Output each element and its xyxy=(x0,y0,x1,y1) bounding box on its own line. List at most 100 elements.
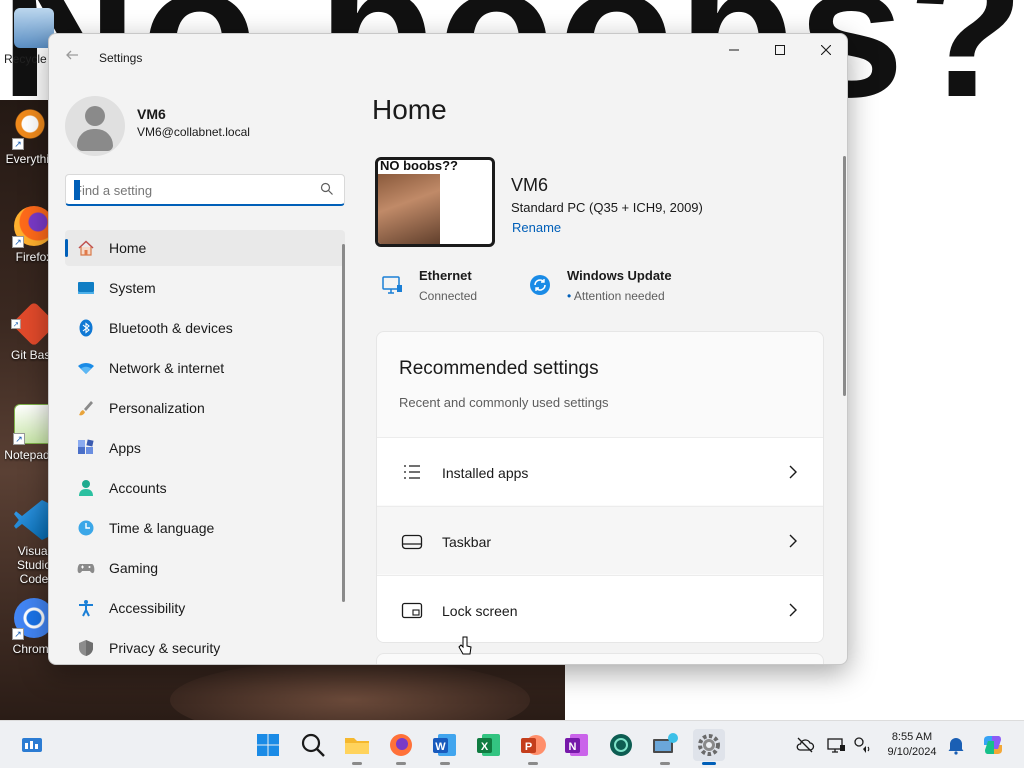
taskbar-word[interactable]: W xyxy=(429,729,461,765)
taskbar-settings[interactable] xyxy=(693,729,725,765)
sidebar-item-apps[interactable]: Apps xyxy=(65,430,345,466)
search-icon[interactable] xyxy=(320,182,334,196)
sidebar-item-network[interactable]: Network & internet xyxy=(65,350,345,386)
clock[interactable]: 8:55 AM 9/10/2024 xyxy=(880,730,944,760)
arrow-left-icon xyxy=(66,50,78,60)
recommended-row-lock-screen[interactable]: Lock screen xyxy=(377,575,823,642)
status-dot: • xyxy=(567,289,572,303)
globe-clock-icon xyxy=(78,520,94,536)
recommended-settings-card: Recommended settings Recent and commonly… xyxy=(376,331,824,643)
taskbar-widgets-button[interactable] xyxy=(16,729,48,761)
person-icon xyxy=(79,480,93,496)
folder-icon xyxy=(345,738,369,754)
taskbar-remote-desktop[interactable] xyxy=(649,729,681,765)
cloud-offline-icon[interactable] xyxy=(795,735,815,755)
sidebar-item-accounts[interactable]: Accounts xyxy=(65,470,345,506)
avatar[interactable] xyxy=(65,96,125,156)
taskbar-start-button[interactable] xyxy=(252,729,284,761)
back-button[interactable] xyxy=(61,48,83,68)
word-icon: W xyxy=(433,734,456,756)
sidebar-item-system[interactable]: System xyxy=(65,270,345,306)
title-bar[interactable]: Settings xyxy=(49,34,847,82)
sidebar-item-accessibility[interactable]: Accessibility xyxy=(65,590,345,626)
taskbar-onenote[interactable]: N xyxy=(561,729,593,761)
list-icon xyxy=(404,465,420,479)
maximize-button[interactable] xyxy=(757,34,803,66)
device-name: VM6 xyxy=(511,175,549,195)
sidebar-item-label: Network & internet xyxy=(109,360,225,376)
chevron-right-icon xyxy=(789,465,797,479)
recommended-row-installed-apps[interactable]: Installed apps xyxy=(377,437,823,505)
windows-update-icon xyxy=(530,275,550,295)
sidebar-item-label: Home xyxy=(109,240,147,256)
close-button[interactable] xyxy=(803,34,847,66)
sidebar-item-time-language[interactable]: Time & language xyxy=(65,510,345,546)
search-box[interactable] xyxy=(65,174,345,206)
sidebar-item-home[interactable]: Home xyxy=(65,230,345,266)
taskbar-excel[interactable]: X xyxy=(473,729,505,761)
sidebar-item-label: Gaming xyxy=(109,560,159,576)
windows-start-icon xyxy=(257,734,279,756)
recommended-title: Recommended settings xyxy=(399,358,599,379)
minimize-icon xyxy=(729,49,739,51)
main-scrollbar[interactable] xyxy=(843,156,846,396)
device-wallpaper-thumbnail[interactable]: NO boobs?? xyxy=(375,157,495,247)
gitkraken-icon xyxy=(610,734,632,756)
taskbar: W X P N 8:55 AM 9/10/2024 xyxy=(0,720,1024,768)
ethernet-title: Ethernet xyxy=(419,268,472,283)
taskbar-powerpoint[interactable]: P xyxy=(517,729,549,765)
copilot-icon[interactable] xyxy=(980,732,1006,758)
powerpoint-icon: P xyxy=(521,735,546,755)
next-card xyxy=(376,653,824,664)
row-label: Lock screen xyxy=(442,603,518,619)
sidebar-item-bluetooth[interactable]: Bluetooth & devices xyxy=(65,310,345,346)
taskbar-firefox[interactable] xyxy=(385,729,417,765)
minimize-button[interactable] xyxy=(711,34,757,66)
clock-time: 8:55 AM xyxy=(891,731,933,743)
svg-text:P: P xyxy=(525,741,532,753)
network-speaker-icon[interactable] xyxy=(852,735,872,755)
clock-date: 9/10/2024 xyxy=(887,746,937,758)
gear-icon xyxy=(698,734,720,756)
sidebar-item-gaming[interactable]: Gaming xyxy=(65,550,345,586)
sidebar-item-label: Bluetooth & devices xyxy=(109,320,233,336)
ethernet-subtitle: Connected xyxy=(419,289,478,303)
bluetooth-icon xyxy=(79,319,93,337)
taskbar-file-explorer[interactable] xyxy=(341,729,373,765)
svg-text:N: N xyxy=(569,741,577,753)
mouse-cursor-icon xyxy=(458,636,472,655)
windows-update-title: Windows Update xyxy=(567,268,672,283)
rename-link[interactable]: Rename xyxy=(512,220,561,235)
profile-name: VM6 xyxy=(137,106,166,122)
row-label: Installed apps xyxy=(442,465,529,481)
widgets-icon xyxy=(22,738,42,752)
text-caret xyxy=(74,180,80,200)
notification-bell-icon[interactable] xyxy=(946,735,966,755)
windows-update-subtitle: • Attention needed xyxy=(567,289,665,303)
chevron-right-icon xyxy=(789,603,797,617)
taskbar-gitkraken[interactable] xyxy=(605,729,637,761)
taskbar-search-button[interactable] xyxy=(297,729,329,761)
person-icon xyxy=(85,106,105,126)
sidebar-item-privacy-security[interactable]: Privacy & security xyxy=(65,630,345,664)
window-title: Settings xyxy=(99,51,143,65)
sidebar-scrollbar[interactable] xyxy=(342,244,345,602)
firefox-icon xyxy=(390,734,412,756)
sidebar-item-label: Accounts xyxy=(109,480,167,496)
sidebar-item-label: Time & language xyxy=(109,520,215,536)
recommended-row-taskbar[interactable]: Taskbar xyxy=(377,506,823,574)
search-input[interactable] xyxy=(74,179,314,201)
display-icon[interactable] xyxy=(826,735,846,755)
sidebar-item-personalization[interactable]: Personalization xyxy=(65,390,345,426)
sidebar-nav: Home System Bluetooth & devices Network … xyxy=(65,230,345,664)
sidebar-item-label: Accessibility xyxy=(109,600,186,616)
svg-text:W: W xyxy=(435,741,446,753)
search-icon xyxy=(301,733,325,757)
remote-desktop-icon xyxy=(653,733,678,753)
device-model: Standard PC (Q35 + ICH9, 2009) xyxy=(511,200,703,215)
recommended-subtitle: Recent and commonly used settings xyxy=(399,395,609,410)
sidebar-item-label: Personalization xyxy=(109,400,205,416)
lock-screen-icon xyxy=(401,602,423,619)
sidebar-item-label: System xyxy=(109,280,156,296)
settings-window: Settings VM6 VM6@collabnet.local Home Sy… xyxy=(48,33,848,665)
